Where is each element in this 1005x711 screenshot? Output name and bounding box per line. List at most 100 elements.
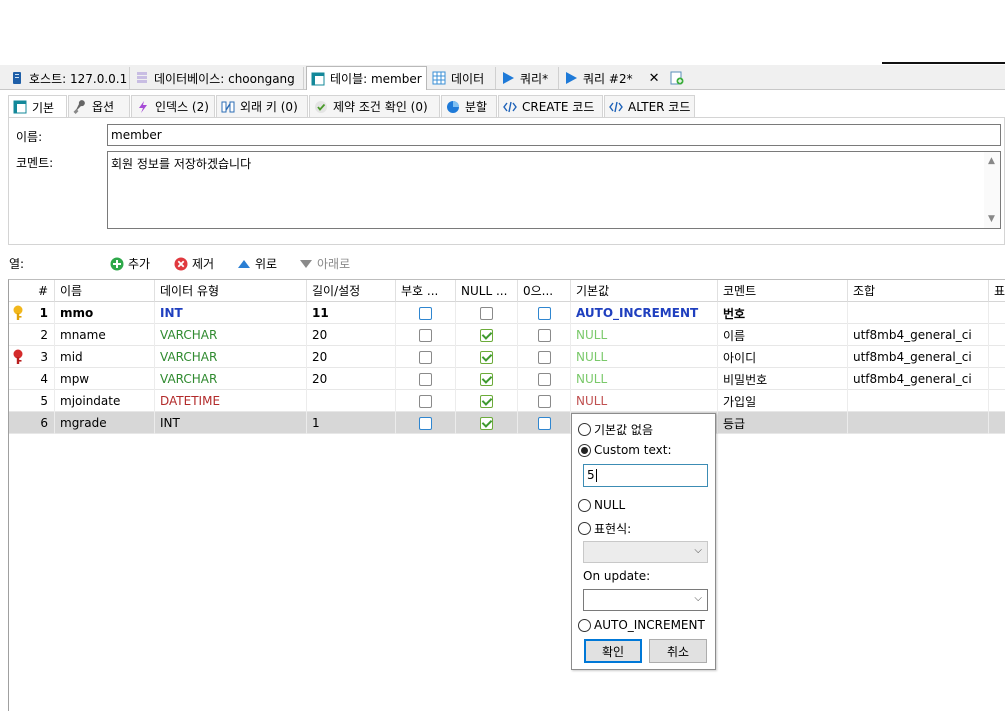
expression-radio[interactable]: 표현식: [578, 520, 631, 537]
on-update-dropdown[interactable]: ⌵ [583, 589, 708, 611]
cell-collation[interactable]: utf8mb4_general_ci [848, 346, 989, 368]
cell-unsigned[interactable] [396, 346, 456, 368]
table-row[interactable]: 4 mpw VARCHAR 20 NULL 비밀번호 utf8mb4_gener… [9, 368, 1005, 390]
cell-default[interactable]: AUTO_INCREMENT [571, 302, 718, 324]
zerofill-checkbox[interactable] [537, 350, 551, 364]
custom-text-input[interactable]: 5 [583, 464, 708, 487]
cell-name[interactable]: mname [55, 324, 155, 346]
cell-expression[interactable] [989, 390, 1005, 412]
table-row-selected[interactable]: 6 mgrade INT 1 등급 [9, 412, 1005, 434]
zerofill-checkbox[interactable] [537, 306, 551, 320]
cell-nullable[interactable] [456, 346, 518, 368]
scroll-up-icon[interactable]: ▲ [988, 156, 995, 166]
header-length[interactable]: 길이/설정 [307, 280, 396, 302]
cell-comment[interactable]: 이름 [718, 324, 848, 346]
unsigned-checkbox[interactable] [419, 394, 432, 408]
cell-expression[interactable] [989, 302, 1005, 324]
cell-default[interactable]: NULL [571, 390, 718, 412]
tab-query-1[interactable]: 쿼리* [497, 67, 559, 89]
cell-name[interactable]: mgrade [55, 412, 155, 434]
unsigned-checkbox[interactable] [419, 372, 432, 386]
cell-length[interactable]: 20 [307, 324, 396, 346]
auto-increment-radio[interactable]: AUTO_INCREMENT [578, 618, 705, 632]
remove-column-button[interactable]: 제거 [174, 255, 214, 272]
subtab-options[interactable]: 옵션 [68, 95, 130, 117]
cell-default[interactable]: NULL [571, 324, 718, 346]
header-zerofill[interactable]: 0으... [518, 280, 571, 302]
cell-comment[interactable]: 아이디 [718, 346, 848, 368]
new-query-tab-button[interactable] [666, 67, 690, 89]
cell-expression[interactable] [989, 346, 1005, 368]
cell-default[interactable]: NULL [571, 346, 718, 368]
cell-unsigned[interactable] [396, 368, 456, 390]
cell-zerofill[interactable] [518, 324, 571, 346]
cell-zerofill[interactable] [518, 346, 571, 368]
cell-collation[interactable] [848, 390, 989, 412]
zerofill-checkbox[interactable] [537, 328, 551, 342]
tab-host[interactable]: 호스트: 127.0.0.1 [6, 67, 130, 89]
header-unsigned[interactable]: 부호 ... [396, 280, 456, 302]
zerofill-checkbox[interactable] [537, 416, 551, 430]
subtab-basic[interactable]: 기본 [8, 95, 67, 118]
subtab-create-code[interactable]: CREATE 코드 [498, 95, 603, 117]
cell-unsigned[interactable] [396, 324, 456, 346]
tab-database[interactable]: 데이터베이스: choongang [131, 67, 304, 89]
header-expression[interactable]: 표 [989, 280, 1005, 302]
cell-zerofill[interactable] [518, 412, 571, 434]
cell-datatype[interactable]: INT [155, 412, 307, 434]
table-row[interactable]: 1 mmo INT 11 AUTO_INCREMENT 번호 [9, 302, 1005, 324]
table-row[interactable]: 5 mjoindate DATETIME NULL 가입일 [9, 390, 1005, 412]
unsigned-checkbox[interactable] [419, 350, 432, 364]
subtab-partitions[interactable]: 분할 [441, 95, 497, 117]
cell-length[interactable]: 1 [307, 412, 396, 434]
cell-name[interactable]: mpw [55, 368, 155, 390]
cell-expression[interactable] [989, 412, 1005, 434]
header-default[interactable]: 기본값 [571, 280, 718, 302]
close-icon[interactable]: ✕ [649, 71, 660, 86]
move-down-button[interactable]: 아래로 [299, 255, 350, 272]
cell-collation[interactable]: utf8mb4_general_ci [848, 324, 989, 346]
header-name[interactable]: 이름 [55, 280, 155, 302]
tab-table[interactable]: 테이블: member [306, 66, 427, 90]
cell-collation[interactable] [848, 412, 989, 434]
no-default-radio[interactable]: 기본값 없음 [578, 421, 653, 438]
cell-zerofill[interactable] [518, 390, 571, 412]
cell-unsigned[interactable] [396, 302, 456, 324]
nullable-checkbox[interactable] [480, 372, 493, 386]
table-row[interactable]: 2 mname VARCHAR 20 NULL 이름 utf8mb4_gener… [9, 324, 1005, 346]
cell-comment[interactable]: 등급 [718, 412, 848, 434]
subtab-check-constraints[interactable]: 제약 조건 확인 (0) [309, 95, 440, 117]
cell-expression[interactable] [989, 368, 1005, 390]
cancel-button[interactable]: 취소 [649, 639, 707, 663]
null-radio[interactable]: NULL [578, 498, 625, 512]
custom-text-radio[interactable]: Custom text: [578, 443, 672, 457]
cell-length[interactable] [307, 390, 396, 412]
expression-dropdown[interactable]: ⌵ [583, 541, 708, 563]
unsigned-checkbox[interactable] [419, 328, 432, 342]
cell-datatype[interactable]: INT [155, 302, 307, 324]
cell-nullable[interactable] [456, 368, 518, 390]
subtab-alter-code[interactable]: ALTER 코드 [604, 95, 695, 117]
zerofill-checkbox[interactable] [537, 372, 551, 386]
subtab-foreign-keys[interactable]: 외래 키 (0) [216, 95, 308, 117]
header-number[interactable]: # [9, 280, 55, 302]
nullable-checkbox[interactable] [480, 328, 493, 342]
header-collation[interactable]: 조합 [848, 280, 989, 302]
table-comment-textarea[interactable]: 회원 정보를 저장하겠습니다 ▲ ▼ [107, 151, 1001, 229]
unsigned-checkbox[interactable] [419, 306, 432, 320]
header-datatype[interactable]: 데이터 유형 [155, 280, 307, 302]
cell-nullable[interactable] [456, 324, 518, 346]
cell-collation[interactable]: utf8mb4_general_ci [848, 368, 989, 390]
cell-nullable[interactable] [456, 302, 518, 324]
header-nullable[interactable]: NULL ... [456, 280, 518, 302]
cell-unsigned[interactable] [396, 390, 456, 412]
cell-comment[interactable]: 가입일 [718, 390, 848, 412]
cell-length[interactable]: 20 [307, 368, 396, 390]
move-up-button[interactable]: 위로 [237, 255, 277, 272]
cell-default[interactable]: NULL [571, 368, 718, 390]
subtab-indexes[interactable]: 인덱스 (2) [131, 95, 215, 117]
tab-data[interactable]: 데이터 [428, 67, 496, 89]
cell-datatype[interactable]: VARCHAR [155, 368, 307, 390]
cell-zerofill[interactable] [518, 302, 571, 324]
add-column-button[interactable]: 추가 [110, 255, 150, 272]
